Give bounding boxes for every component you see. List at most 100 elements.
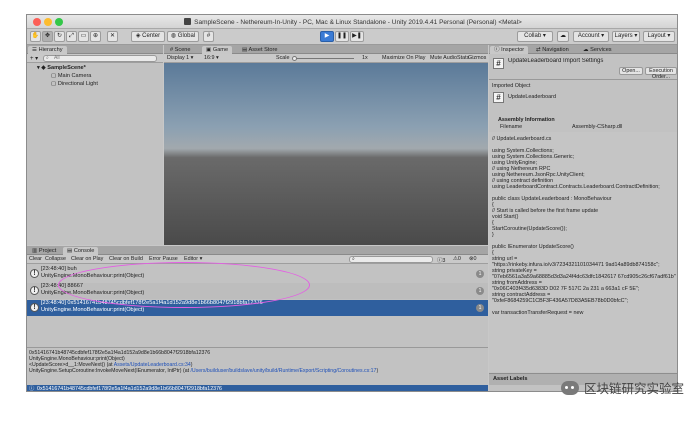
snap-button[interactable]: # — [203, 31, 214, 42]
move-tool-button[interactable]: ✥ — [42, 31, 53, 42]
layers-dropdown[interactable]: Layers ▾ — [612, 31, 640, 42]
game-panel: # Scene ▣ Game ▤ Asset Store Display 1 ▾… — [164, 45, 488, 245]
globe-icon: ◍ — [170, 33, 178, 39]
hierarchy-item-main-camera[interactable]: ▢ Main Camera — [27, 72, 163, 80]
collab-dropdown[interactable]: Collab ▾ — [517, 31, 553, 42]
pause-button[interactable]: ❚❚ — [335, 31, 349, 42]
editor-dropdown[interactable]: Editor ▾ — [184, 256, 202, 262]
rotate-icon: ↻ — [56, 33, 63, 39]
console-entry[interactable]: ! [23:48:40] 88667 UnityEngine.MonoBehav… — [27, 283, 488, 299]
console-icon: ▤ — [67, 248, 74, 254]
pivot-center-toggle[interactable]: ◈ Center — [131, 31, 165, 42]
stacktrace-link[interactable]: /Users/builduser/buildslave/unity/build/… — [190, 368, 376, 374]
tab-navigation[interactable]: ⇄ Navigation — [532, 46, 573, 54]
tab-inspector[interactable]: ⓘ Inspector — [490, 46, 529, 54]
slider-thumb[interactable] — [292, 56, 297, 61]
watermark: 区块链研究实验室 — [560, 378, 684, 397]
search-icon: ⌕ — [46, 55, 49, 61]
open-button[interactable]: Open... — [619, 67, 643, 75]
create-dropdown[interactable]: + ▾ — [30, 55, 38, 62]
chevron-down-icon: ▾ — [665, 33, 671, 39]
entry-count-badge: 1 — [476, 304, 484, 312]
scale-label: Scale — [276, 55, 290, 61]
transform-tool-button[interactable]: ⊕ — [90, 31, 101, 42]
collapse-button[interactable]: Collapse — [45, 256, 66, 262]
grid-icon: # — [206, 33, 211, 39]
rotate-tool-button[interactable]: ↻ — [54, 31, 65, 42]
status-bar[interactable]: ⓘ 0x51416741b48745cdbfef178f2e5a1f4a1d152… — [27, 385, 488, 392]
transform-icon: ⊕ — [92, 33, 99, 39]
step-icon: ▶❚ — [352, 33, 362, 39]
script-file-icon: # — [493, 58, 504, 69]
display-dropdown[interactable]: Display 1 ▾ — [167, 55, 193, 61]
execution-order-button[interactable]: Execution Order... — [645, 67, 677, 80]
gizmos-dropdown[interactable]: Gizmos — [468, 55, 486, 61]
scene-row[interactable]: ▾ ◆ SampleScene* — [27, 64, 163, 72]
hand-tool-button[interactable]: ✋ — [30, 31, 41, 42]
tab-project[interactable]: ▥ Project — [28, 247, 60, 255]
status-info-icon: ⓘ — [29, 386, 35, 392]
cloud-icon: ☁ — [560, 33, 566, 39]
hierarchy-icon: ☰ — [32, 47, 39, 53]
title-bar: SampleScene - Nethereum-In-Unity - PC, M… — [27, 15, 677, 29]
info-count-toggle[interactable]: ⓘ3 — [437, 256, 445, 264]
rect-tool-button[interactable]: ▭ — [78, 31, 89, 42]
console-toolbar: Clear Collapse Clear on Play Clear on Bu… — [27, 255, 488, 264]
game-icon: ▣ — [206, 47, 213, 53]
console-splitter[interactable] — [27, 347, 488, 348]
console-entry[interactable]: ! [23:48:40] buh UnityEngine.MonoBehavio… — [27, 266, 488, 282]
scale-slider[interactable] — [292, 56, 354, 61]
step-button[interactable]: ▶❚ — [350, 31, 364, 42]
main-toolbar: ✋ ✥ ↻ ⤢ ▭ ⊕ ✕ ◈ Center ◍ Global # ▶ ❚❚ ▶… — [27, 29, 677, 45]
hierarchy-item-directional-light[interactable]: ▢ Directional Light — [27, 80, 163, 88]
game-viewport[interactable] — [164, 63, 488, 245]
code-line: } — [492, 232, 494, 238]
maximize-on-play-toggle[interactable]: Maximize On Play — [382, 55, 425, 61]
imported-object-label: Imported Object — [492, 83, 531, 89]
tab-hierarchy[interactable]: ☰ Hierarchy — [28, 46, 67, 54]
scale-value: 1x — [362, 55, 368, 61]
clear-on-play-button[interactable]: Clear on Play — [71, 256, 103, 262]
console-entry-selected[interactable]: ! [23:48:40] 0x51416741b48745cdbfef178f2… — [27, 300, 488, 316]
account-dropdown[interactable]: Account ▾ — [573, 31, 609, 42]
unity-logo-icon — [184, 18, 192, 25]
code-line: // UpdateLeaderboard.cs — [492, 136, 552, 142]
console-tabbar: ▥ Project ▤ Console — [27, 246, 488, 255]
console-panel: ▥ Project ▤ Console Clear Collapse Clear… — [27, 246, 488, 392]
cloud-button[interactable]: ☁ — [557, 31, 569, 42]
layout-dropdown[interactable]: Layout ▾ — [643, 31, 675, 42]
game-view-toolbar: Display 1 ▾ 16:9 ▾ Scale 1x Maximize On … — [164, 54, 488, 63]
error-count-toggle[interactable]: ⊗0 — [469, 256, 477, 262]
tab-scene[interactable]: # Scene — [166, 46, 195, 54]
tab-asset-store[interactable]: ▤ Asset Store — [238, 46, 281, 54]
stacktrace-line: UnityEngine.SetupCoroutine:InvokeMoveNex… — [29, 368, 379, 374]
log-info-icon: ! — [30, 286, 39, 295]
play-icon: ▶ — [324, 33, 330, 39]
mute-audio-toggle[interactable]: Mute Audio — [430, 55, 457, 61]
tab-game[interactable]: ▣ Game — [202, 46, 233, 54]
hierarchy-search-input[interactable]: ⌕ All — [43, 55, 157, 62]
error-pause-button[interactable]: Error Pause — [149, 256, 178, 262]
aspect-dropdown[interactable]: 16:9 ▾ — [204, 55, 219, 61]
custom-tool-button[interactable]: ✕ — [107, 31, 118, 42]
script-source-preview: // UpdateLeaderboard.cs using System.Coll… — [489, 132, 677, 372]
hand-icon: ✋ — [31, 33, 40, 39]
scale-tool-button[interactable]: ⤢ — [66, 31, 77, 42]
clear-button[interactable]: Clear — [29, 256, 42, 262]
code-line: var transactionTransferRequest = new — [492, 310, 584, 316]
log-info-icon: ! — [30, 269, 39, 278]
pivot-global-toggle[interactable]: ◍ Global — [167, 31, 199, 42]
wrench-icon: ✕ — [109, 33, 116, 39]
clear-on-build-button[interactable]: Clear on Build — [109, 256, 143, 262]
gameobject-icon: ▢ — [51, 73, 58, 79]
window-title: SampleScene - Nethereum-In-Unity - PC, M… — [27, 18, 677, 26]
filename-row: Filename Assembly-CSharp.dll — [500, 124, 623, 130]
folder-icon: ▥ — [32, 248, 39, 254]
console-search-input[interactable]: ⌕ — [349, 256, 433, 263]
tab-console[interactable]: ▤ Console — [63, 247, 99, 255]
play-button[interactable]: ▶ — [320, 31, 334, 42]
entry-count-badge: 1 — [476, 270, 484, 278]
inspector-title: UpdateLeaderboard Import Settings — [508, 58, 604, 64]
warning-count-toggle[interactable]: ⚠0 — [453, 256, 461, 262]
tab-services[interactable]: ☁ Services — [579, 46, 616, 54]
